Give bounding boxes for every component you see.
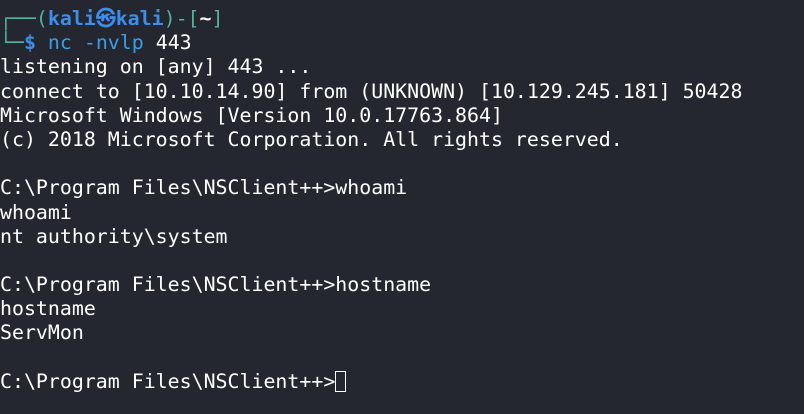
current-prompt-line[interactable]: C:\Program Files\NSClient++>: [0, 370, 742, 394]
output-line: nt authority\system: [0, 224, 228, 248]
output-line: connect to [10.10.14.90] from (UNKNOWN) …: [0, 79, 743, 103]
current-prompt: C:\Program Files\NSClient++>: [0, 369, 336, 393]
prompt-line: ┌──(kali㉿kali)-[~]: [0, 7, 224, 30]
command-args: -nvlp: [83, 31, 144, 55]
command-line: └─$ nc -nvlp 443: [0, 31, 192, 55]
output-line: C:\Program Files\NSClient++>hostname: [0, 273, 432, 297]
output-line: Microsoft Windows [Version 10.0.17763.86…: [0, 103, 503, 127]
kali-dragon-icon: ㉿: [95, 7, 116, 30]
terminal[interactable]: ┌──(kali㉿kali)-[~] └─$ nc -nvlp 443 list…: [0, 7, 742, 394]
cursor: [335, 370, 347, 392]
prompt-cwd: ~: [199, 7, 212, 30]
prompt-host: kali: [115, 7, 164, 30]
output-line: hostname: [0, 297, 96, 321]
prompt-symbol: $: [23, 31, 36, 55]
output-line: ServMon: [0, 321, 84, 345]
output-line: listening on [any] 443 ...: [0, 55, 312, 79]
prompt-user: kali: [47, 7, 96, 30]
command-name: nc: [47, 31, 72, 55]
command-port: 443: [155, 31, 192, 55]
output-line: whoami: [0, 200, 72, 224]
output-line: C:\Program Files\NSClient++>whoami: [0, 176, 408, 200]
output-line: (c) 2018 Microsoft Corporation. All righ…: [0, 127, 623, 151]
